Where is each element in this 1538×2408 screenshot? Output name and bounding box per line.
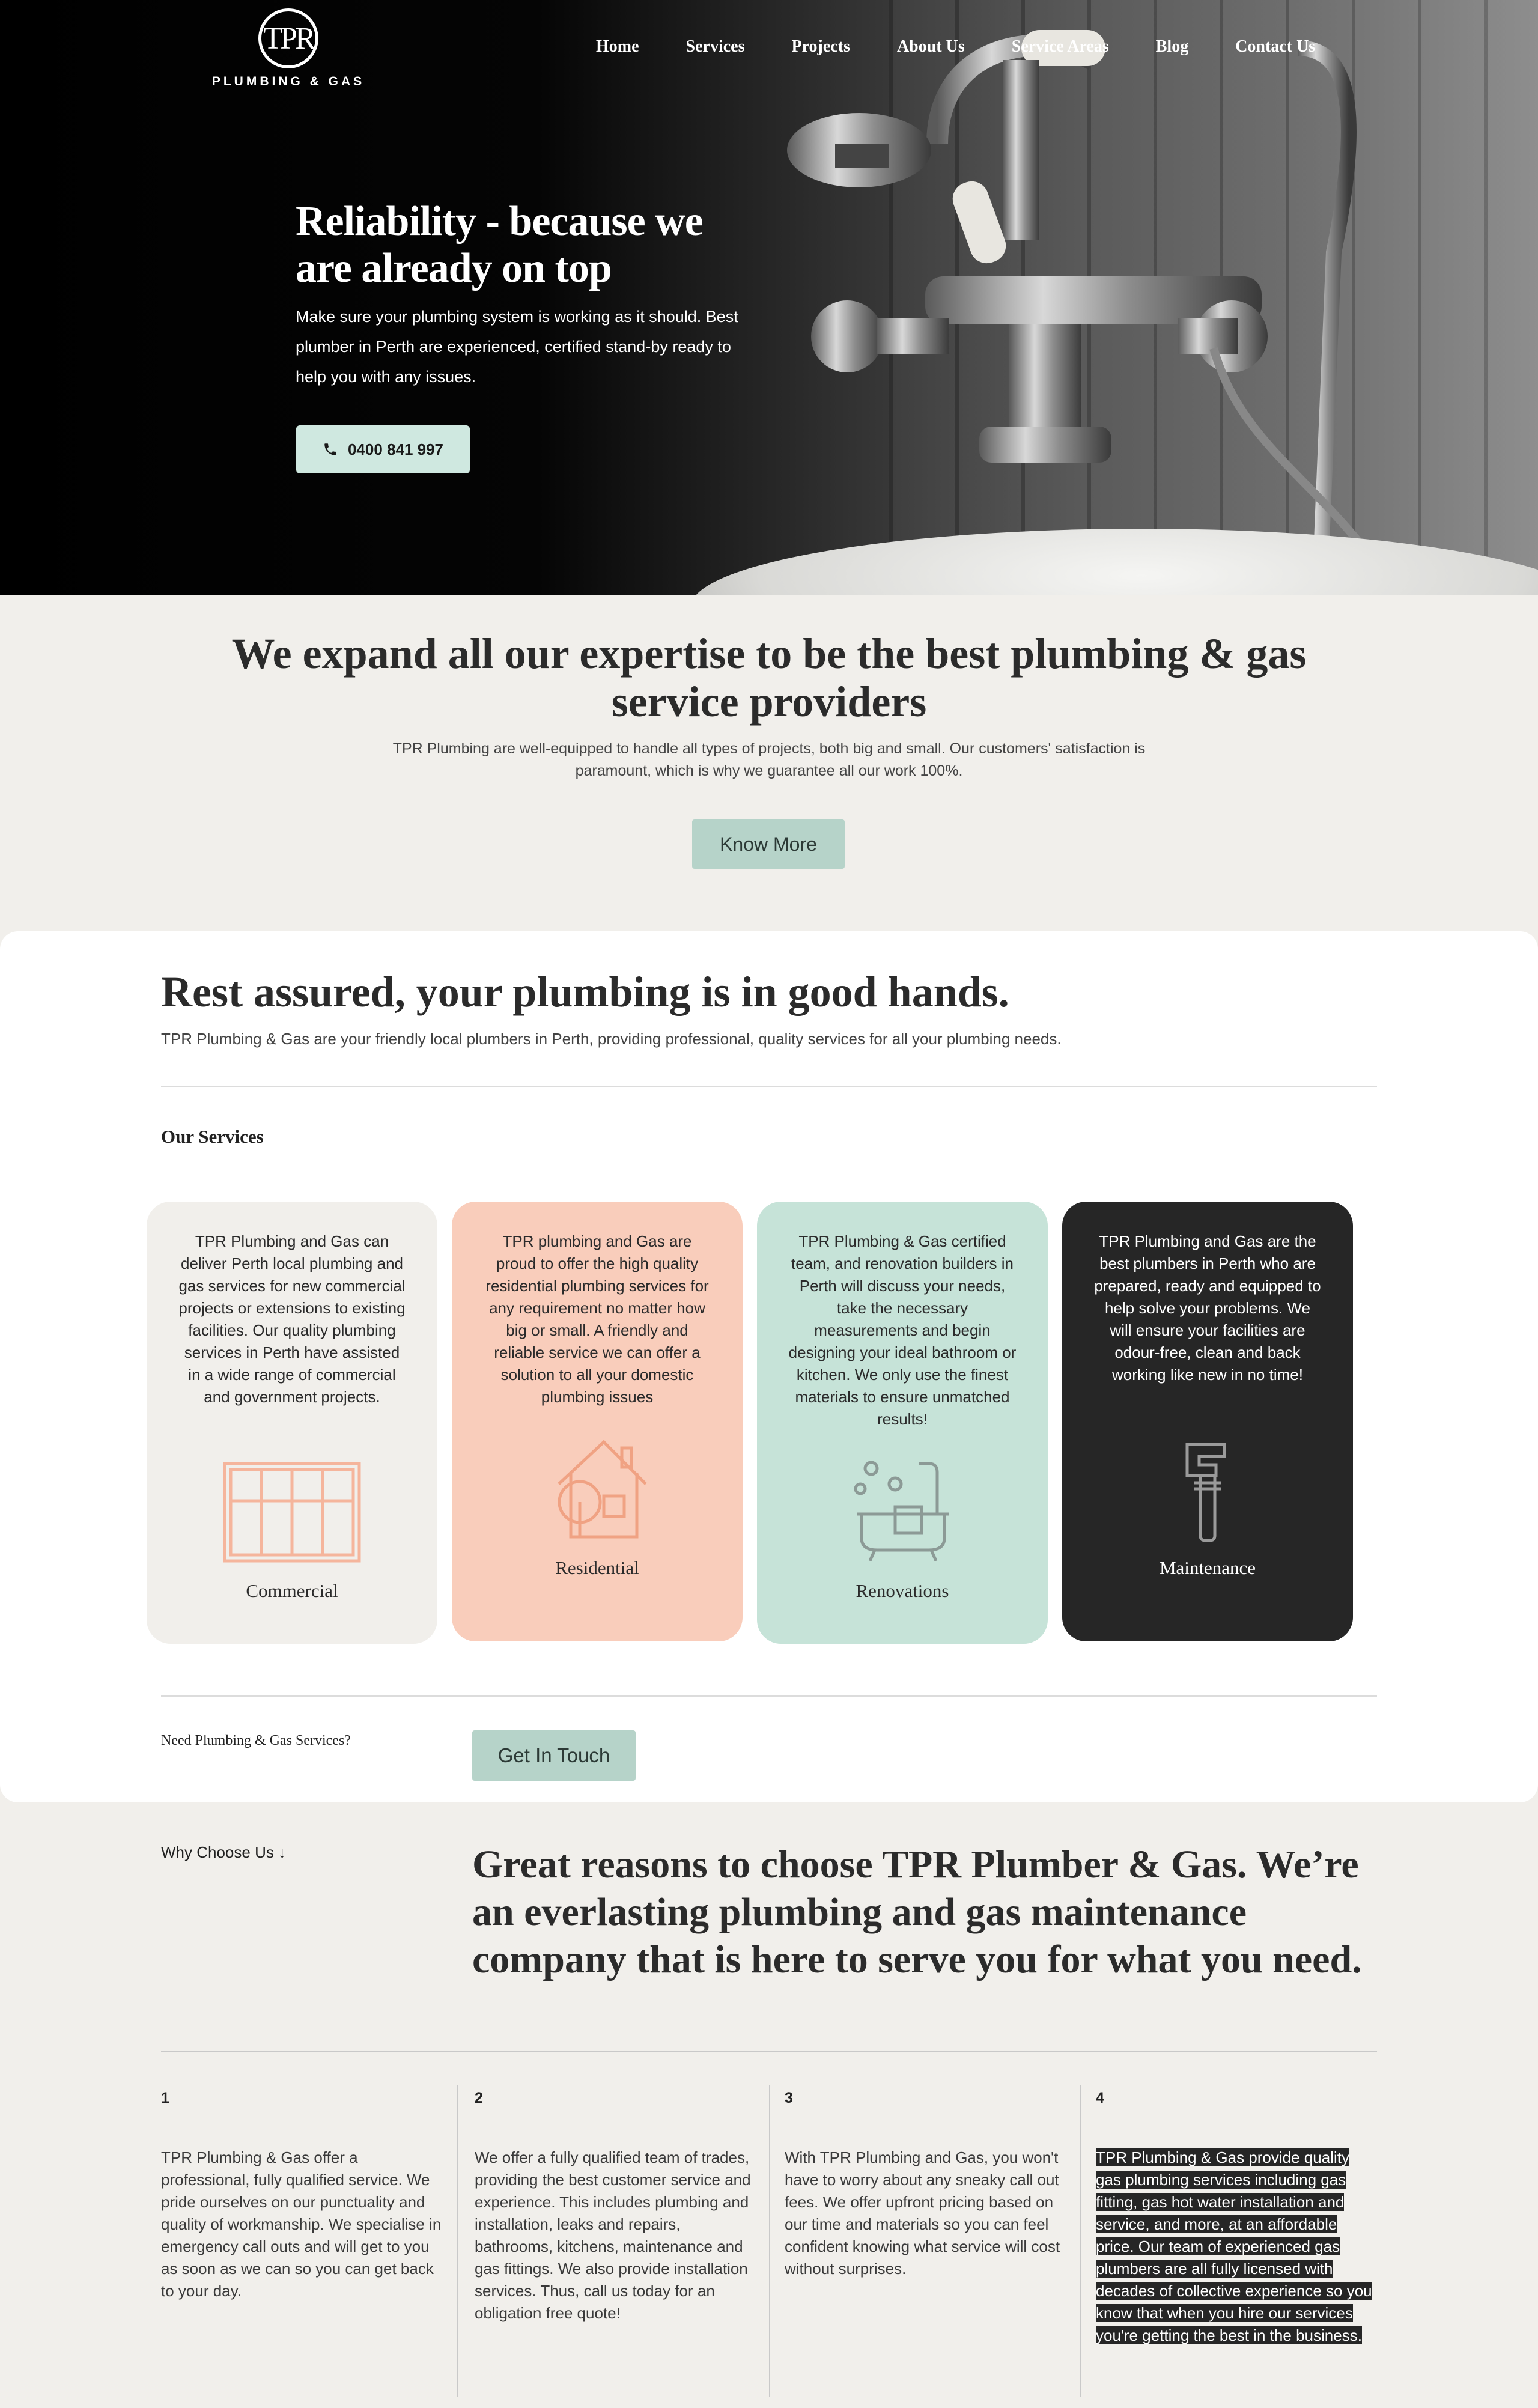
reason-column: 1 TPR Plumbing & Gas offer a professiona… [161,2087,443,2302]
service-card-label: Maintenance [1159,1557,1256,1578]
service-card-maintenance[interactable]: TPR Plumbing and Gas are the best plumbe… [1062,1202,1353,1641]
house-tree-icon [558,1440,647,1539]
main-navigation: Home Services Projects About Us Service … [596,37,1315,56]
reason-column: 4 TPR Plumbing & Gas provide quality gas… [1096,2087,1378,2347]
service-card-label: Commercial [246,1580,338,1601]
service-card-commercial[interactable]: TPR Plumbing and Gas can deliver Perth l… [147,1202,437,1644]
divider [161,2051,1377,2052]
service-card-text: TPR Plumbing and Gas can deliver Perth l… [178,1232,406,1406]
nav-blog[interactable]: Blog [1156,37,1188,56]
reason-column: 3 With TPR Plumbing and Gas, you won't h… [785,2087,1067,2280]
cta-text: Need Plumbing & Gas Services? [161,1733,351,1748]
get-in-touch-button[interactable]: Get In Touch [472,1730,636,1781]
logo-monogram: TPR [258,8,318,68]
reason-text: We offer a fully qualified team of trade… [475,2148,751,2322]
hero-section: TPR PLUMBING & GAS Home Services Project… [0,0,1538,595]
service-card-residential[interactable]: TPR plumbing and Gas are proud to offer … [452,1202,743,1641]
divider [161,1695,1377,1697]
column-divider [769,2085,770,2397]
bath-faucet-image [787,30,1361,544]
know-more-button[interactable]: Know More [692,819,845,869]
service-card-text: TPR Plumbing and Gas are the best plumbe… [1094,1232,1321,1384]
nav-about-us[interactable]: About Us [897,37,965,56]
window-grid-icon [223,1462,361,1563]
call-phone-number: 0400 841 997 [347,440,444,458]
divider [161,1086,1377,1087]
our-services-heading: Our Services [161,1126,264,1147]
reason-text: With TPR Plumbing and Gas, you won't hav… [785,2148,1060,2278]
phone-icon [324,443,336,455]
reason-number: 2 [475,2090,483,2106]
reason-column: 2 We offer a fully qualified team of tra… [475,2087,757,2324]
service-card-text: TPR plumbing and Gas are proud to offer … [485,1232,709,1406]
nav-services[interactable]: Services [686,37,745,56]
reason-number: 4 [1096,2090,1104,2106]
nav-service-areas[interactable]: Service Areas [1012,37,1109,56]
services-section-text: TPR Plumbing & Gas are your friendly loc… [161,1030,1062,1048]
nav-contact-us[interactable]: Contact Us [1235,37,1315,56]
reason-text: TPR Plumbing & Gas offer a professional,… [161,2148,442,2300]
service-card-label: Residential [555,1557,639,1578]
why-choose-us-label: Why Choose Us ↓ [161,1843,287,1861]
logo-name: PLUMBING & GAS [211,74,365,88]
column-divider [1080,2085,1081,2397]
selected-text: TPR Plumbing & Gas provide quality gas p… [1096,2148,1372,2344]
reason-number: 3 [785,2090,793,2106]
service-card-renovations[interactable]: TPR Plumbing & Gas certified team, and r… [757,1202,1048,1644]
reason-number: 1 [161,2090,169,2106]
service-card-text: TPR Plumbing & Gas certified team, and r… [788,1232,1017,1428]
call-phone-button[interactable]: 0400 841 997 [296,425,470,473]
why-choose-us-title: Great reasons to choose TPR Plumber & Ga… [472,1843,1362,1981]
service-card-label: Renovations [856,1580,949,1601]
reason-text-highlighted: TPR Plumbing & Gas provide quality gas p… [1096,2147,1378,2347]
nav-home[interactable]: Home [596,37,639,56]
hero-subtitle: Make sure your plumbing system is workin… [296,308,738,386]
services-section-title: Rest assured, your plumbing is in good h… [161,968,1009,1016]
bathtub-icon [854,1461,949,1562]
hero-title: Reliability - because we are already on … [296,198,704,291]
intro-title: We expand all our expertise to be the be… [231,630,1307,726]
nav-projects[interactable]: Projects [792,37,850,56]
column-divider [457,2085,458,2397]
intro-text: TPR Plumbing are well-equipped to handle… [392,740,1146,779]
site-logo[interactable]: TPR PLUMBING & GAS [210,8,366,89]
pipe-wrench-icon [1185,1443,1226,1542]
